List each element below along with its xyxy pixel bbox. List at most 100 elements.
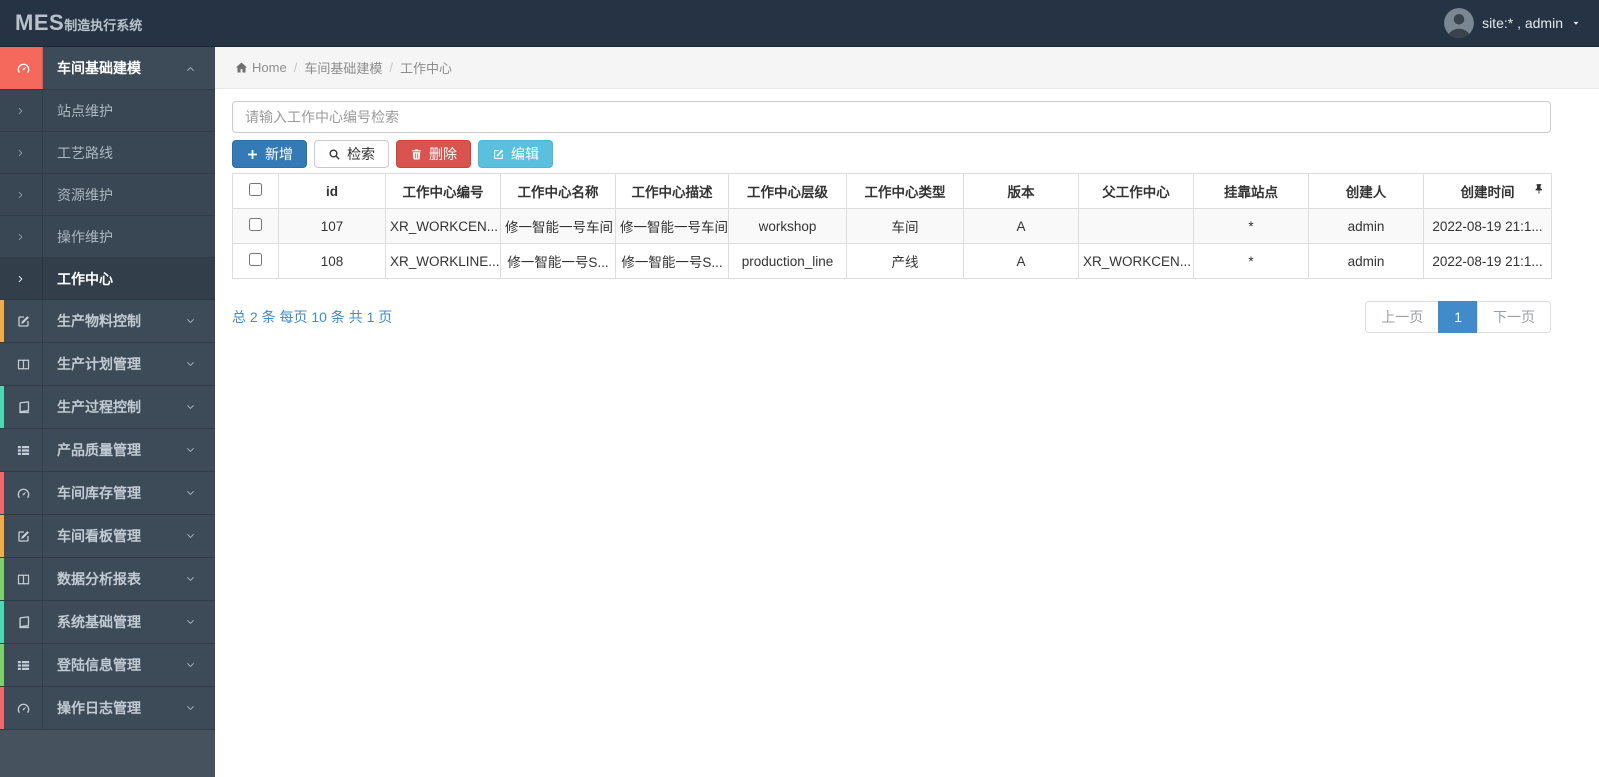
sidebar-item-chevron	[185, 687, 215, 729]
brand-secondary: 制造执行系统	[64, 18, 143, 33]
sidebar-subitem[interactable]: 工作中心	[0, 258, 215, 300]
chevron-right-icon	[16, 232, 26, 242]
sidebar-item[interactable]: 系统基础管理	[0, 601, 215, 644]
table-cell: XR_WORKCEN...	[385, 208, 501, 244]
trash-icon	[410, 148, 423, 161]
workcenter-table: id 工作中心编号 工作中心名称 工作中心描述 工作中心层级 工作中心类型 版本 父工作中心 挂…	[232, 173, 1552, 279]
breadcrumb-item[interactable]: 车间基础建模	[304, 58, 382, 77]
sidebar-item[interactable]: 生产过程控制	[0, 386, 215, 429]
sidebar-subitem-label: 资源维护	[57, 186, 113, 203]
book-icon	[16, 400, 31, 415]
breadcrumb-item[interactable]: Home	[235, 60, 287, 75]
select-all-checkbox[interactable]	[249, 183, 262, 196]
list-icon	[16, 443, 31, 458]
sidebar-item-label: 生产计划管理	[57, 356, 141, 372]
sidebar-item-icon-col	[4, 687, 43, 729]
delete-button[interactable]: 删除	[396, 140, 471, 168]
table-cell: A	[963, 243, 1079, 279]
chevron-right-icon	[16, 148, 26, 158]
column-header: 创建人	[1308, 173, 1424, 209]
top-navbar: MES制造执行系统 site:* , admin	[0, 0, 1599, 47]
column-header: 工作中心描述	[615, 173, 729, 209]
sidebar-subitem-label: 工作中心	[57, 270, 113, 287]
sidebar-item-label: 系统基础管理	[57, 614, 141, 630]
subitem-chevron-col	[0, 90, 43, 131]
sidebar-item[interactable]: 登陆信息管理	[0, 644, 215, 687]
add-button[interactable]: 新增	[232, 140, 307, 168]
sidebar-item-icon-col	[4, 429, 43, 471]
chevron-down-icon	[185, 359, 196, 370]
columns-icon	[16, 357, 31, 372]
user-menu[interactable]: site:* , admin	[1426, 0, 1599, 46]
pagination-summary: 总 2 条 每页 10 条 共 1 页	[232, 309, 393, 325]
column-header-label: 挂靠站点	[1224, 185, 1278, 200]
sidebar-item[interactable]: 车间库存管理	[0, 472, 215, 515]
checkbox-header-cell	[232, 173, 279, 209]
column-header-label: 创建人	[1345, 185, 1387, 200]
search-input[interactable]	[232, 101, 1551, 133]
sidebar-item-icon-col	[4, 386, 43, 428]
sidebar-item[interactable]: 车间看板管理	[0, 515, 215, 558]
sidebar-item[interactable]: 车间基础建模	[0, 47, 215, 90]
breadcrumb-separator: /	[293, 60, 298, 75]
book-icon	[16, 615, 31, 630]
user-avatar-icon	[1444, 8, 1475, 38]
sidebar-subitem[interactable]: 资源维护	[0, 174, 215, 216]
sidebar-item[interactable]: 生产物料控制	[0, 300, 215, 343]
table-cell: XR_WORKCEN...	[1078, 243, 1194, 279]
button-label: 检索	[347, 146, 375, 162]
table-cell: admin	[1308, 243, 1424, 279]
row-checkbox[interactable]	[249, 253, 262, 266]
pencil-square-icon	[16, 314, 31, 329]
sidebar-item[interactable]: 数据分析报表	[0, 558, 215, 601]
next-page-button[interactable]: 下一页	[1477, 301, 1551, 333]
sidebar-item[interactable]: 操作日志管理	[0, 687, 215, 730]
sidebar-item-icon-col	[4, 558, 43, 600]
search-icon	[328, 148, 341, 161]
column-header-label: id	[326, 183, 338, 199]
column-header: 创建时间	[1423, 173, 1552, 209]
edit-button[interactable]: 编辑	[478, 140, 553, 168]
sidebar-item-chevron	[185, 515, 215, 557]
search-button[interactable]: 检索	[314, 140, 389, 168]
column-header: 父工作中心	[1078, 173, 1194, 209]
table-cell: XR_WORKLINE...	[385, 243, 501, 279]
breadcrumb-item: 工作中心	[400, 58, 452, 77]
sidebar-item[interactable]: 生产计划管理	[0, 343, 215, 386]
column-header-label: 工作中心层级	[747, 185, 828, 200]
pin-icon[interactable]	[1533, 183, 1545, 195]
list-icon	[16, 658, 31, 673]
sidebar-item-label: 操作日志管理	[57, 700, 141, 716]
sidebar-subitem[interactable]: 操作维护	[0, 216, 215, 258]
breadcrumb: Home / 车间基础建模 / 工作中心	[215, 47, 1599, 89]
table-cell: 车间	[846, 208, 964, 244]
column-header: 挂靠站点	[1193, 173, 1309, 209]
prev-page-button[interactable]: 上一页	[1365, 301, 1440, 333]
sidebar-item[interactable]: 产品质量管理	[0, 429, 215, 472]
column-header-label: 工作中心描述	[631, 185, 713, 200]
column-header-label: 工作中心编号	[402, 185, 484, 200]
dashboard-icon	[16, 701, 31, 716]
column-header-label: 版本	[1007, 185, 1035, 200]
table-header-row: id 工作中心编号 工作中心名称 工作中心描述 工作中心层级 工作中心类型 版本 父工作中心 挂…	[232, 173, 1552, 209]
sidebar-item-label: 生产过程控制	[57, 399, 141, 415]
page-1-button[interactable]: 1	[1438, 301, 1478, 333]
column-header-label: 创建时间	[1460, 185, 1515, 200]
column-header: 工作中心名称	[500, 173, 616, 209]
table-cell: 修一智能一号车间	[615, 208, 729, 244]
sidebar-subitem[interactable]: 工艺路线	[0, 132, 215, 174]
table-cell: 108	[278, 243, 386, 279]
table-row[interactable]: 107 XR_WORKCEN... 修一智能一号车间 修一智能一号车间 workshop…	[232, 208, 1552, 244]
column-header: 工作中心层级	[728, 173, 847, 209]
table-cell: 修一智能一号S...	[615, 243, 729, 279]
sidebar-item-label: 车间库存管理	[57, 485, 141, 501]
sidebar-item-chevron	[185, 343, 215, 385]
column-header-label: 父工作中心	[1102, 185, 1170, 200]
table-row[interactable]: 108 XR_WORKLINE... 修一智能一号S... 修一智能一号S... pro…	[232, 243, 1552, 279]
row-checkbox[interactable]	[249, 218, 262, 231]
table-cell: A	[963, 208, 1079, 244]
column-header: 工作中心类型	[846, 173, 964, 209]
sidebar-subitem[interactable]: 站点维护	[0, 90, 215, 132]
sidebar-item-chevron	[185, 429, 215, 471]
sidebar-item-label: 车间基础建模	[57, 60, 141, 76]
